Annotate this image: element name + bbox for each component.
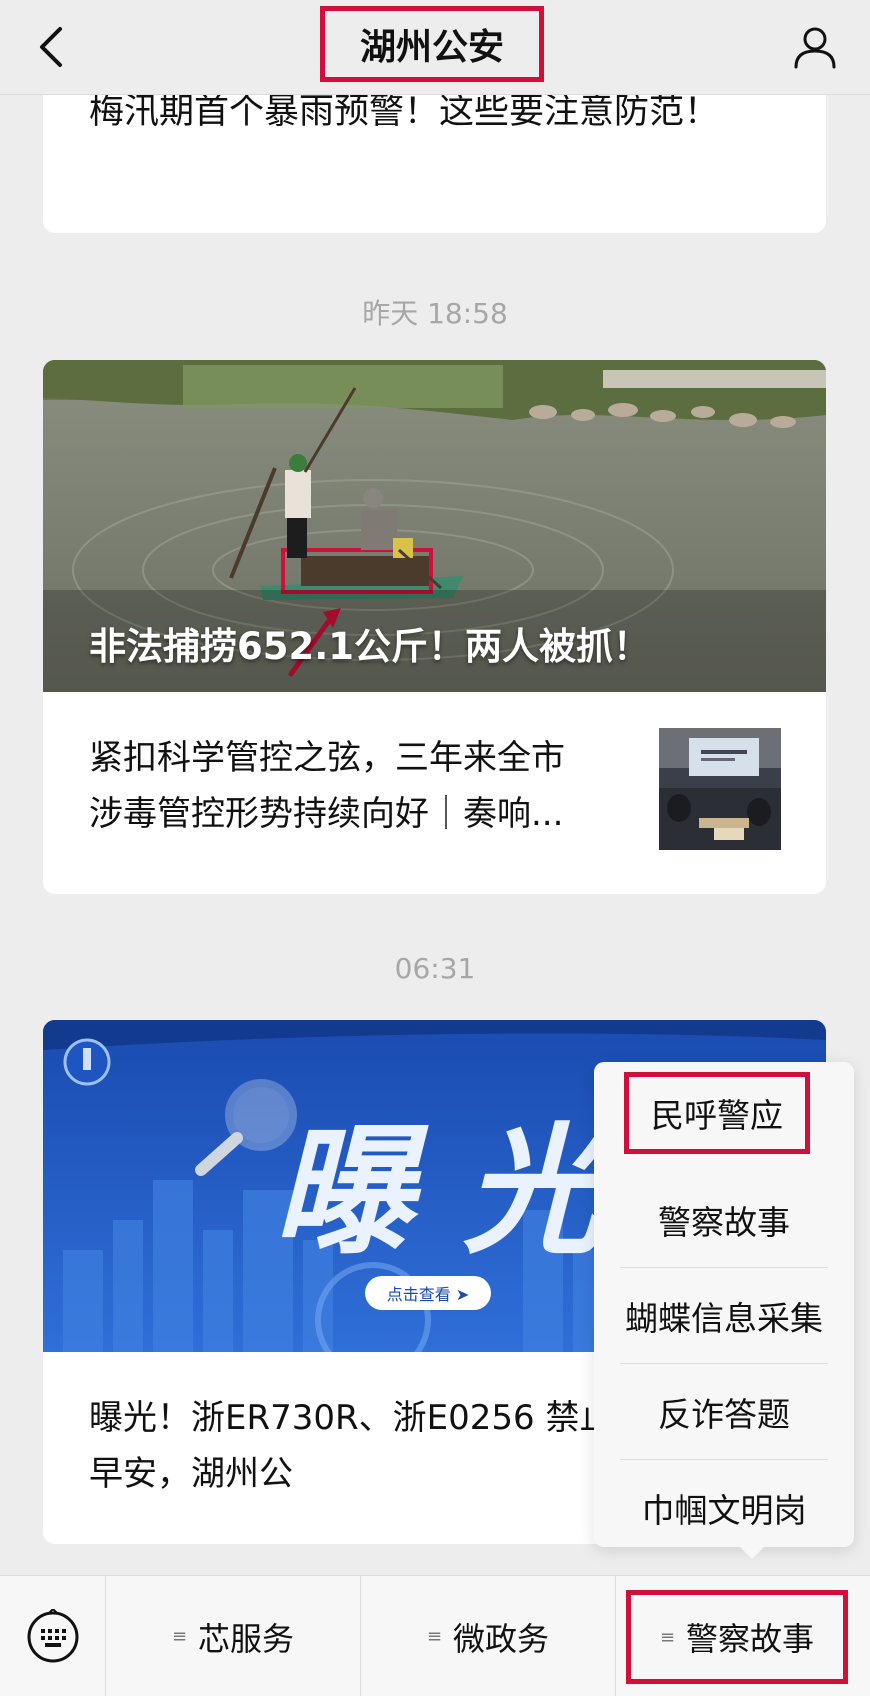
svg-text:曝: 曝 <box>273 1111 429 1274</box>
menu-tab-wei-zhengwu[interactable]: ≡ 微政务 <box>361 1576 616 1696</box>
menu-tab-label: 微政务 <box>453 1619 550 1658</box>
article-cover-title: 非法捕捞652.1公斤！两人被抓！ <box>89 625 651 668</box>
message-timestamp: 06:31 <box>394 952 476 985</box>
keyboard-icon <box>27 1608 78 1662</box>
menu-lines-icon: ≡ <box>426 1626 442 1647</box>
keyboard-toggle-button[interactable] <box>0 1576 106 1696</box>
profile-button[interactable] <box>790 22 840 72</box>
menu-item-minhu-jingying[interactable]: 民呼警应 <box>624 1072 810 1154</box>
sub-article-thumbnail <box>659 728 781 850</box>
sub-article-row[interactable]: 紧扣科学管控之弦，三年来全市涉毒管控形势持续向好｜奏响... <box>43 692 826 894</box>
view-button-text: 点击查看 ➤ <box>387 1285 470 1304</box>
menu-tab-police-story[interactable]: ≡ 警察故事 <box>626 1590 848 1684</box>
bottom-menu-bar: ≡ 芯服务 ≡ 微政务 ≡ 警察故事 <box>0 1575 870 1696</box>
menu-item-butterfly-info[interactable]: 蝴蝶信息采集 <box>620 1268 828 1364</box>
article-cover-image[interactable]: 非法捕捞652.1公斤！两人被抓！ <box>43 360 826 692</box>
top-bar: 湖州公安 <box>0 0 870 95</box>
menu-item-jinguo-wenming[interactable]: 巾帼文明岗 <box>620 1460 828 1556</box>
back-button[interactable] <box>30 22 70 72</box>
menu-item-police-story[interactable]: 警察故事 <box>620 1172 828 1268</box>
menu-tab-label: 芯服务 <box>198 1619 295 1658</box>
sub-article-title: 紧扣科学管控之弦，三年来全市涉毒管控形势持续向好｜奏响... <box>89 738 565 834</box>
menu-tab-label: 警察故事 <box>686 1620 815 1658</box>
chevron-left-icon <box>40 27 62 67</box>
menu-tab-xin-service[interactable]: ≡ 芯服务 <box>106 1576 361 1696</box>
person-icon <box>794 27 836 69</box>
submenu-popup: 民呼警应 警察故事 蝴蝶信息采集 反诈答题 巾帼文明岗 <box>594 1062 854 1559</box>
menu-lines-icon: ≡ <box>659 1626 675 1648</box>
article-card[interactable]: 非法捕捞652.1公斤！两人被抓！ 紧扣科学管控之弦，三年来全市涉毒管控形势持续… <box>43 360 826 894</box>
account-title: 湖州公安 <box>320 6 544 82</box>
menu-item-anti-fraud-quiz[interactable]: 反诈答题 <box>620 1364 828 1460</box>
menu-lines-icon: ≡ <box>171 1626 187 1647</box>
message-timestamp: 昨天 18:58 <box>362 297 508 330</box>
